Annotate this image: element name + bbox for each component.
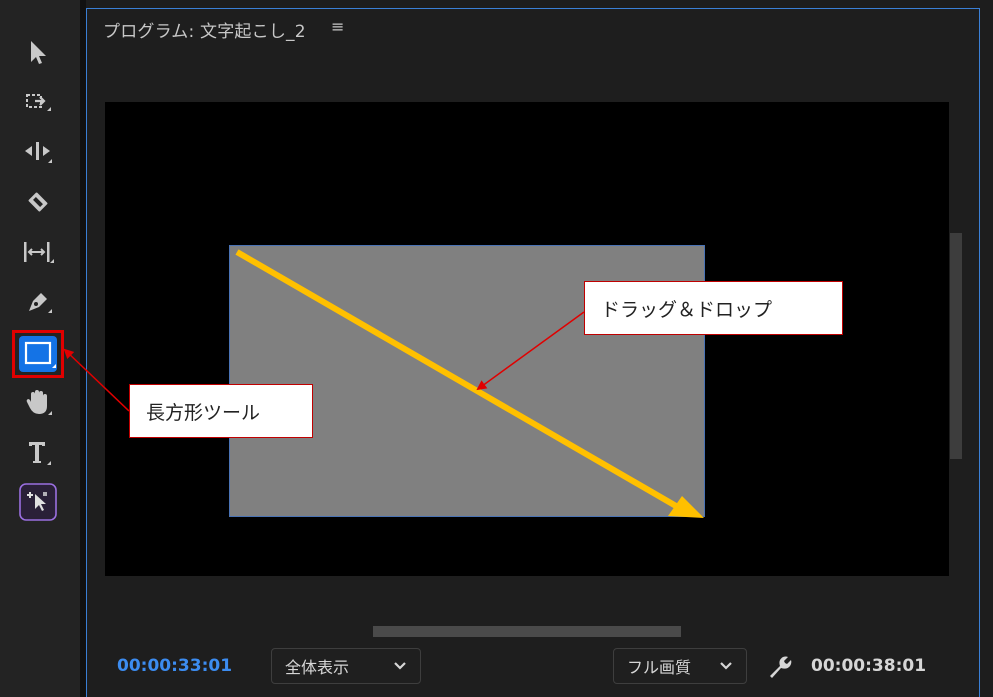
drag-drop-callout: ドラッグ＆ドロップ	[584, 281, 843, 335]
rectangle-tool-callout: 長方形ツール	[129, 384, 313, 438]
drag-callout-pointer	[476, 311, 585, 391]
rectangle-callout-pointer	[63, 348, 130, 412]
annotation-overlay	[63, 249, 704, 518]
